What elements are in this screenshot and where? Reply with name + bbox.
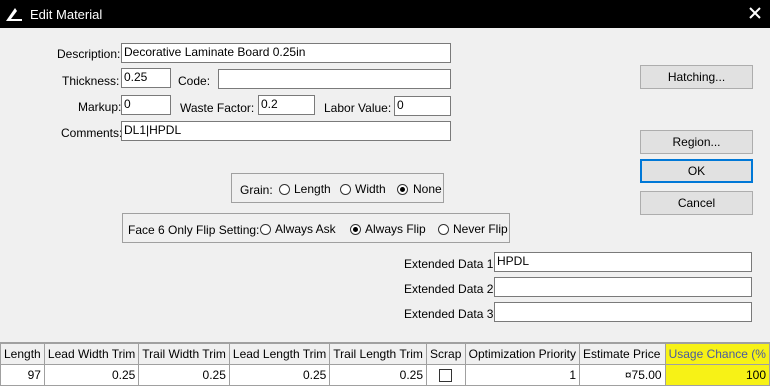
code-input[interactable] xyxy=(218,69,451,89)
dialog-body: Description: Decorative Laminate Board 0… xyxy=(0,28,770,386)
grain-group: Grain: Length Width None xyxy=(231,173,444,203)
column-header[interactable]: Trail Length Trim xyxy=(329,343,428,365)
grid-cell[interactable]: 97 xyxy=(0,364,45,386)
column-header[interactable]: Estimate Price xyxy=(579,343,666,365)
close-icon[interactable] xyxy=(746,4,764,22)
labor-value-label: Labor Value: xyxy=(324,101,392,115)
grain-none-label[interactable]: None xyxy=(413,182,442,196)
comments-label: Comments: xyxy=(61,126,123,140)
region-button[interactable]: Region... xyxy=(640,130,753,154)
markup-label: Markup: xyxy=(78,100,122,114)
extended-data-1-label: Extended Data 1 xyxy=(404,257,494,271)
description-label: Description: xyxy=(57,47,121,61)
extended-data-3-label: Extended Data 3 xyxy=(404,307,494,321)
grid-cell[interactable]: 0.25 xyxy=(43,364,140,386)
grid-cell[interactable]: 0.25 xyxy=(228,364,331,386)
code-label: Code: xyxy=(178,74,211,88)
face6-never-flip-label[interactable]: Never Flip xyxy=(453,222,508,236)
trim-grid: Length Lead Width Trim Trail Width Trim … xyxy=(0,342,770,387)
waste-factor-input[interactable]: 0.2 xyxy=(258,95,315,115)
grain-length-label[interactable]: Length xyxy=(294,182,331,196)
ok-button[interactable]: OK xyxy=(640,159,753,183)
thickness-input[interactable]: 0.25 xyxy=(121,68,171,88)
app-logo-icon xyxy=(6,8,22,21)
grain-width-label[interactable]: Width xyxy=(355,182,386,196)
grid-cell[interactable]: ¤75.00 xyxy=(579,364,666,386)
hatching-button[interactable]: Hatching... xyxy=(640,65,753,89)
column-header[interactable]: Optimization Priority xyxy=(464,343,581,365)
markup-input[interactable]: 0 xyxy=(121,95,171,115)
face6-always-ask-label[interactable]: Always Ask xyxy=(275,222,336,236)
description-input[interactable]: Decorative Laminate Board 0.25in xyxy=(121,43,451,63)
scrap-cell[interactable] xyxy=(426,364,466,386)
grid-header-row: Length Lead Width Trim Trail Width Trim … xyxy=(0,343,770,365)
extended-data-2-label: Extended Data 2 xyxy=(404,282,494,296)
grid-cell[interactable]: 1 xyxy=(464,364,581,386)
column-header[interactable]: Length xyxy=(0,343,45,365)
cancel-button[interactable]: Cancel xyxy=(640,191,753,215)
extended-data-1-input[interactable]: HPDL xyxy=(494,252,752,272)
usage-chance-cell[interactable]: 100 xyxy=(664,364,770,386)
grain-label: Grain: xyxy=(240,183,273,197)
comments-input[interactable]: DL1|HPDL xyxy=(121,121,451,141)
column-header-usage-chance[interactable]: Usage Chance (% xyxy=(664,343,770,365)
title-bar: Edit Material xyxy=(0,0,770,28)
face6-label: Face 6 Only Flip Setting: xyxy=(128,223,260,237)
window-title: Edit Material xyxy=(30,7,103,22)
grain-width-radio[interactable] xyxy=(340,184,351,195)
grid-cell[interactable]: 0.25 xyxy=(329,364,428,386)
labor-value-input[interactable]: 0 xyxy=(394,96,451,116)
thickness-label: Thickness: xyxy=(62,74,120,88)
grain-none-radio[interactable] xyxy=(397,184,408,195)
face6-always-ask-radio[interactable] xyxy=(260,224,271,235)
face6-group: Face 6 Only Flip Setting: Always Ask Alw… xyxy=(122,213,510,243)
grain-length-radio[interactable] xyxy=(279,184,290,195)
column-header[interactable]: Trail Width Trim xyxy=(138,343,230,365)
column-header[interactable]: Lead Length Trim xyxy=(228,343,331,365)
face6-always-flip-label[interactable]: Always Flip xyxy=(365,222,426,236)
column-header[interactable]: Lead Width Trim xyxy=(43,343,140,365)
scrap-checkbox[interactable] xyxy=(439,369,453,383)
face6-never-flip-radio[interactable] xyxy=(438,224,449,235)
waste-factor-label: Waste Factor: xyxy=(180,101,255,115)
grid-cell[interactable]: 0.25 xyxy=(138,364,230,386)
extended-data-2-input[interactable] xyxy=(494,277,752,297)
column-header[interactable]: Scrap xyxy=(426,343,466,365)
table-row: 97 0.25 0.25 0.25 0.25 1 ¤75.00 100 xyxy=(0,364,770,386)
extended-data-3-input[interactable] xyxy=(494,302,752,322)
face6-always-flip-radio[interactable] xyxy=(350,224,361,235)
